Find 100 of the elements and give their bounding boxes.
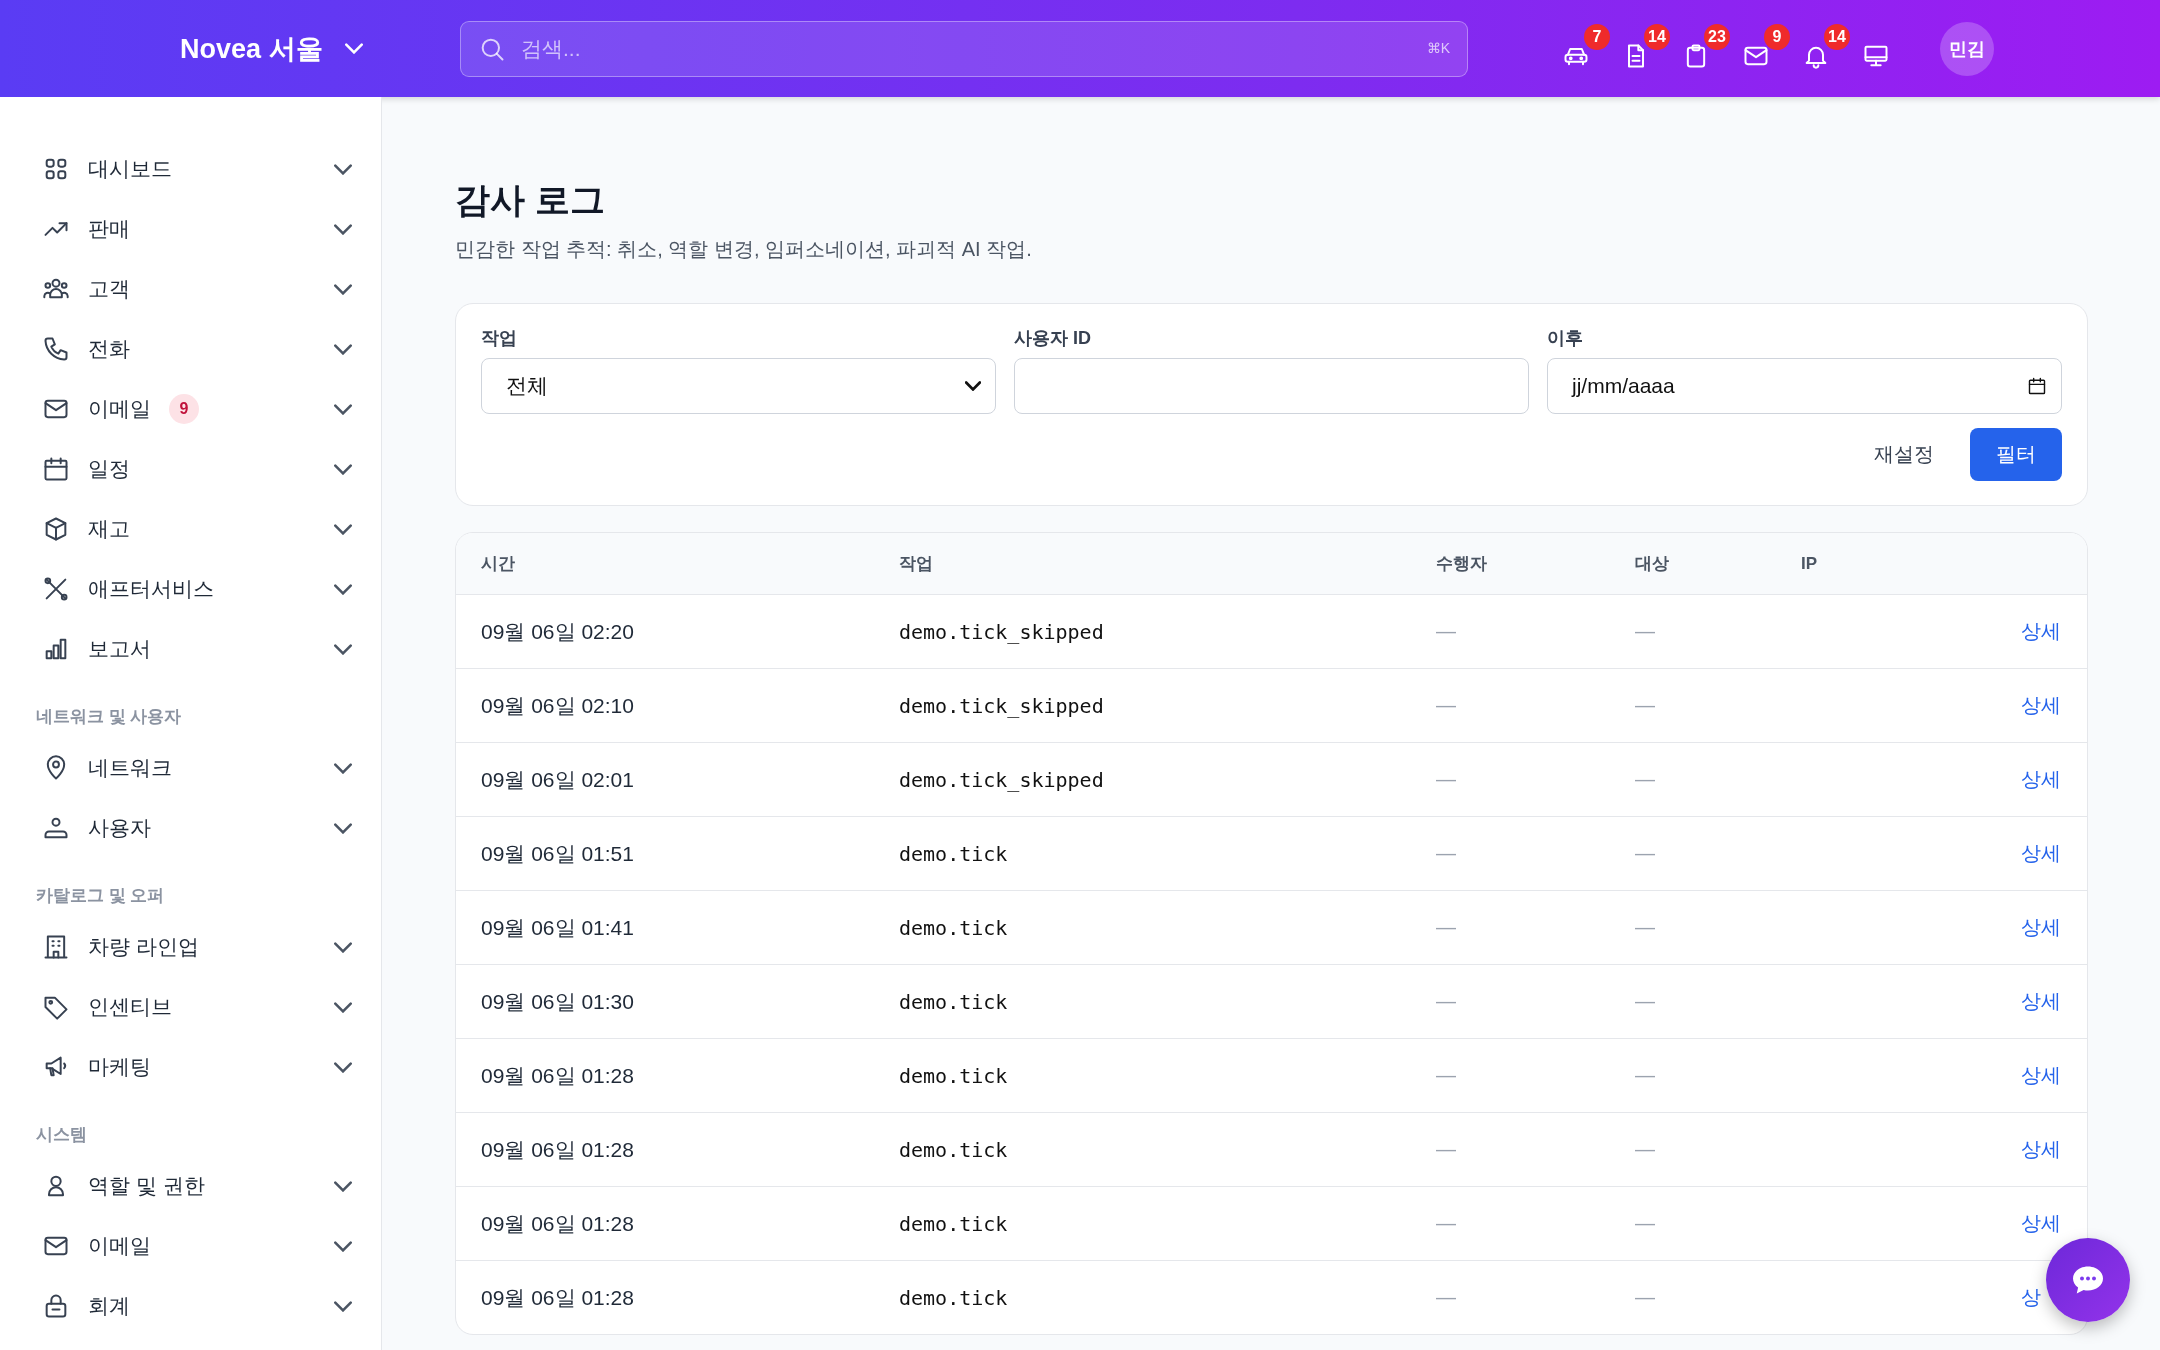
sidebar-item[interactable]: 대시보드 (30, 139, 362, 199)
sidebar-item[interactable]: 이메일 9 (30, 379, 362, 439)
detail-link[interactable]: 상세 (2021, 840, 2061, 867)
detail-link[interactable]: 상세 (2021, 1062, 2061, 1089)
column-header: IP (1801, 553, 1819, 574)
sidebar-item[interactable]: 인센티브 (30, 977, 362, 1037)
shortcut-hint: ⌘K (1426, 39, 1450, 56)
detail-link[interactable]: 상세 (2021, 988, 2061, 1015)
table-cell-text: 09월 06일 01:28 (481, 1284, 635, 1311)
sidebar-item[interactable]: 역할 및 권한 (30, 1156, 362, 1216)
sidebar-item[interactable]: 재고 (30, 499, 362, 559)
table-cell-text: demo.tick_skipped (899, 767, 1105, 792)
table-cell-text: — (1635, 1212, 1656, 1235)
table-cell-text: — (1436, 620, 1457, 643)
sidebar-item[interactable]: 차량 라인업 (30, 917, 362, 977)
column-header: 수행자 (1436, 553, 1488, 575)
table-cell-text: — (1436, 694, 1457, 717)
table-cell-text: — (1436, 1286, 1457, 1309)
bell-button[interactable]: 14 (1802, 17, 1850, 80)
table-cell-text: demo.tick (899, 841, 1009, 866)
user-id-field[interactable] (1014, 358, 1529, 414)
table-cell-text: 09월 06일 01:51 (481, 840, 635, 867)
count-badge: 9 (169, 394, 199, 424)
calendar-icon (2027, 376, 2047, 396)
table-cell-text: — (1436, 842, 1457, 865)
sidebar-item[interactable]: 네트워크 (30, 738, 362, 798)
table-cell-text: — (1635, 842, 1656, 865)
sidebar-item[interactable]: 회계 (30, 1276, 362, 1336)
table-cell-text: 09월 06일 01:41 (481, 914, 635, 941)
car-button[interactable]: 7 (1562, 17, 1610, 80)
table-cell-text: — (1635, 990, 1656, 1013)
section-heading: 네트워크 및 사용자 (35, 706, 183, 728)
table-cell-text: demo.tick (899, 989, 1009, 1014)
chevron-icon (965, 381, 981, 391)
calendar-icon (42, 455, 70, 483)
count-badge: 9 (1764, 23, 1790, 50)
table-cell-text: 09월 06일 01:28 (481, 1062, 635, 1089)
table-cell-text: demo.tick_skipped (899, 619, 1105, 644)
sidebar-item[interactable]: 일정 (30, 439, 362, 499)
field-label: 이후 (1547, 327, 1584, 350)
table-cell-text: — (1436, 1138, 1457, 1161)
action-select[interactable]: 전체 (481, 358, 996, 414)
field-label: 작업 (481, 327, 518, 350)
table-cell-text: — (1635, 694, 1656, 717)
table-cell-text: 09월 06일 02:10 (481, 692, 635, 719)
table-cell-text: 09월 06일 02:20 (481, 618, 635, 645)
detail-link[interactable]: 상세 (2021, 618, 2061, 645)
table-cell-text: — (1635, 620, 1656, 643)
chat-button[interactable] (2046, 1238, 2130, 1322)
table-cell-text: demo.tick (899, 1285, 1009, 1310)
table-cell-text: 09월 06일 01:28 (481, 1136, 635, 1163)
clipboard-button[interactable]: 23 (1682, 17, 1730, 80)
column-header: 작업 (899, 553, 934, 575)
count-badge: 7 (1584, 23, 1610, 50)
table-cell-text: demo.tick (899, 1063, 1009, 1088)
table-cell-text: demo.tick (899, 1211, 1009, 1236)
table-cell-text: — (1635, 1064, 1656, 1087)
date-field[interactable]: jj/mm/aaaa (1547, 358, 2062, 414)
table-cell-text: 09월 06일 02:01 (481, 766, 635, 793)
sidebar-item[interactable]: 고객 (30, 259, 362, 319)
section-heading: 시스템 (35, 1124, 88, 1146)
column-header: 대상 (1635, 553, 1670, 575)
phone-icon (42, 335, 70, 363)
sidebar-item[interactable]: 애프터서비스 (30, 559, 362, 619)
table-cell-text: — (1436, 1064, 1457, 1087)
sidebar-item[interactable]: 판매 (30, 199, 362, 259)
brand-name[interactable]: Novea 서울 (180, 30, 323, 67)
page-subtitle: 민감한 작업 추적: 취소, 역할 변경, 임퍼소네이션, 파괴적 AI 작업. (455, 237, 1033, 262)
table-cell-text: demo.tick_skipped (899, 693, 1105, 718)
sidebar-item[interactable]: 이메일 (30, 1216, 362, 1276)
mail-button[interactable]: 9 (1742, 17, 1790, 80)
detail-link[interactable]: 상세 (2021, 914, 2061, 941)
sidebar-item[interactable]: 사용자 (30, 798, 362, 858)
detail-link[interactable]: 상세 (2021, 766, 2061, 793)
section-heading: 카탈로그 및 오퍼 (35, 885, 166, 907)
count-badge: 23 (1704, 23, 1730, 50)
user-avatar[interactable]: 민김 (1940, 21, 1994, 76)
sidebar-item[interactable]: 전화 (30, 319, 362, 379)
table-cell-text: — (1436, 768, 1457, 791)
table-cell-text: — (1635, 1138, 1656, 1161)
detail-link[interactable]: 상세 (2021, 1136, 2061, 1163)
table-cell-text: — (1635, 768, 1656, 791)
table-cell-text: — (1635, 1286, 1656, 1309)
document-button[interactable]: 14 (1622, 17, 1670, 80)
column-header: 시간 (481, 553, 516, 575)
table-cell-text: — (1436, 916, 1457, 939)
field-label: 사용자 ID (1014, 327, 1092, 350)
reset-button[interactable]: 재설정 (1868, 440, 1940, 469)
detail-link[interactable]: 상세 (2021, 1210, 2061, 1237)
table-cell-text: 09월 06일 01:30 (481, 988, 635, 1015)
detail-link[interactable]: 상 (2021, 1284, 2041, 1311)
filter-button[interactable]: 필터 (1970, 428, 2062, 481)
table-cell-text: demo.tick (899, 915, 1009, 940)
sidebar-item[interactable]: 마케팅 (30, 1037, 362, 1097)
detail-link[interactable]: 상세 (2021, 692, 2061, 719)
table-cell-text: — (1436, 1212, 1457, 1235)
table-cell-text: — (1635, 916, 1656, 939)
sidebar-item[interactable]: 보고서 (30, 619, 362, 679)
page-title: 감사 로그 (455, 179, 606, 221)
table-cell-text: demo.tick (899, 1137, 1009, 1162)
